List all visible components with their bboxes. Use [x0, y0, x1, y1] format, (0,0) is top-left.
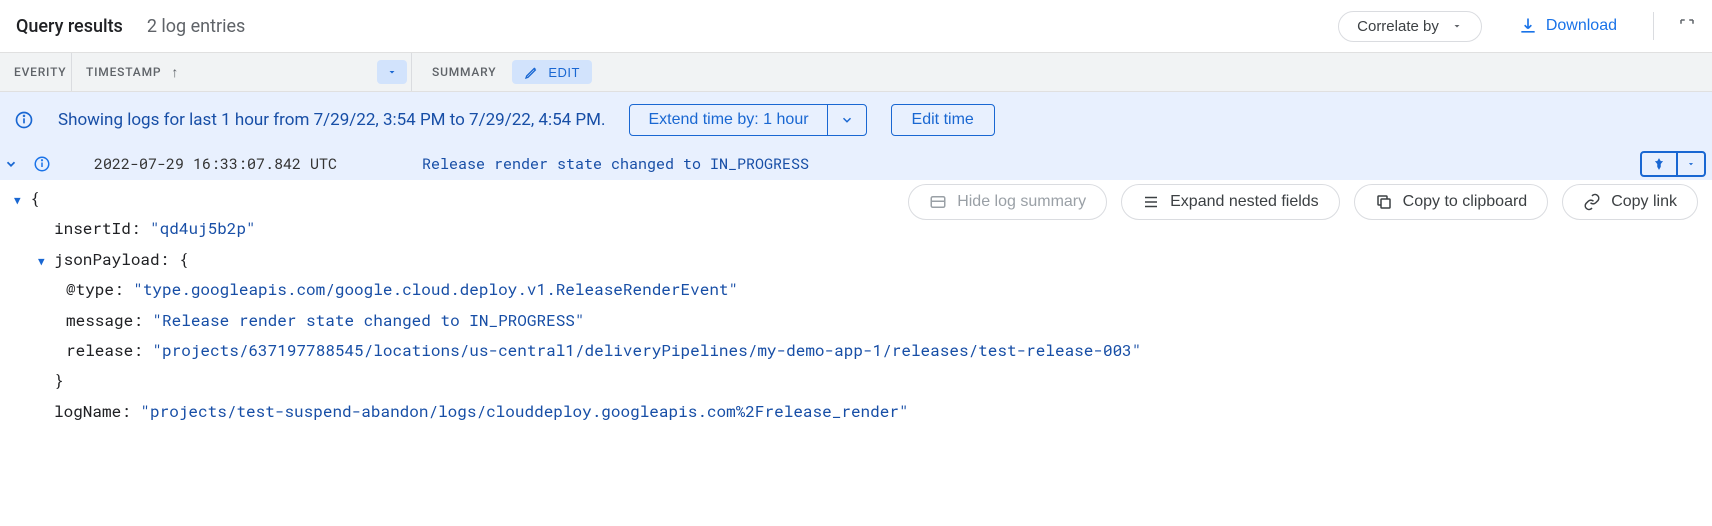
json-logname[interactable]: logName: "projects/test-suspend-abandon/…	[14, 397, 1712, 427]
column-severity[interactable]: EVERITY	[0, 53, 72, 91]
chevron-down-icon	[4, 157, 18, 171]
time-range-text: Showing logs for last 1 hour from 7/29/2…	[58, 110, 605, 130]
json-message[interactable]: message: "Release render state changed t…	[14, 306, 1712, 336]
caret-down-icon: ▼	[14, 190, 30, 211]
edit-time-button[interactable]: Edit time	[891, 104, 995, 136]
column-timestamp[interactable]: TIMESTAMP ↑	[72, 53, 412, 91]
expand-icon[interactable]	[1678, 17, 1696, 35]
expand-icon	[1142, 193, 1160, 211]
column-summary: SUMMARY EDIT	[412, 53, 592, 91]
copy-icon	[1375, 193, 1393, 211]
json-jsonpayload-close: }	[14, 366, 1712, 396]
download-icon	[1518, 16, 1538, 36]
expand-row-toggle[interactable]	[0, 157, 22, 171]
correlate-by-button[interactable]: Correlate by	[1338, 11, 1482, 42]
pencil-icon	[524, 64, 540, 80]
log-timestamp: 2022-07-29 16:33:07.842 UTC	[62, 154, 412, 174]
caret-down-icon: ▼	[38, 251, 54, 272]
pin-button[interactable]	[1642, 153, 1676, 175]
json-type[interactable]: @type: "type.googleapis.com/google.cloud…	[14, 275, 1712, 305]
edit-summary-button[interactable]: EDIT	[512, 60, 592, 84]
log-entry-row[interactable]: 2022-07-29 16:33:07.842 UTC Release rend…	[0, 148, 1712, 180]
info-icon	[14, 110, 34, 130]
extend-time-group: Extend time by: 1 hour	[629, 104, 866, 136]
copy-link-button[interactable]: Copy link	[1562, 184, 1698, 220]
time-range-banner: Showing logs for last 1 hour from 7/29/2…	[0, 92, 1712, 148]
detail-toolbar: Hide log summary Expand nested fields Co…	[908, 184, 1698, 220]
extend-time-dropdown[interactable]	[827, 105, 866, 135]
chevron-down-icon	[840, 113, 854, 127]
hide-log-summary-button[interactable]: Hide log summary	[908, 184, 1107, 220]
download-button[interactable]: Download	[1506, 10, 1629, 42]
severity-info-icon	[32, 154, 52, 174]
caret-down-icon	[386, 66, 398, 78]
sort-arrow-up-icon: ↑	[171, 64, 179, 81]
json-tree: ▼ { insertId: "qd4uj5b2p" ▼ jsonPayload:…	[0, 184, 1712, 427]
json-jsonpayload-open[interactable]: ▼ jsonPayload: {	[14, 245, 1712, 275]
pin-dropdown[interactable]	[1676, 153, 1704, 175]
correlate-by-label: Correlate by	[1357, 18, 1439, 35]
pin-icon	[1652, 157, 1666, 171]
results-title: Query results	[16, 16, 123, 37]
caret-down-icon	[1686, 159, 1696, 169]
divider	[1653, 12, 1654, 40]
expand-nested-button[interactable]: Expand nested fields	[1121, 184, 1340, 220]
copy-clipboard-button[interactable]: Copy to clipboard	[1354, 184, 1549, 220]
results-count: 2 log entries	[147, 16, 245, 37]
download-label: Download	[1546, 17, 1617, 35]
caret-down-icon	[1451, 20, 1463, 32]
results-header: Query results 2 log entries Correlate by…	[0, 0, 1712, 52]
link-icon	[1583, 193, 1601, 211]
panel-icon	[929, 193, 947, 211]
log-detail-panel: Hide log summary Expand nested fields Co…	[0, 180, 1712, 427]
pin-button-group	[1640, 151, 1706, 177]
extend-time-button[interactable]: Extend time by: 1 hour	[630, 105, 826, 135]
log-summary-text: Release render state changed to IN_PROGR…	[422, 154, 809, 174]
timestamp-dropdown-button[interactable]	[377, 60, 407, 84]
json-release[interactable]: release: "projects/637197788545/location…	[14, 336, 1712, 366]
column-header-row: EVERITY TIMESTAMP ↑ SUMMARY EDIT	[0, 52, 1712, 92]
